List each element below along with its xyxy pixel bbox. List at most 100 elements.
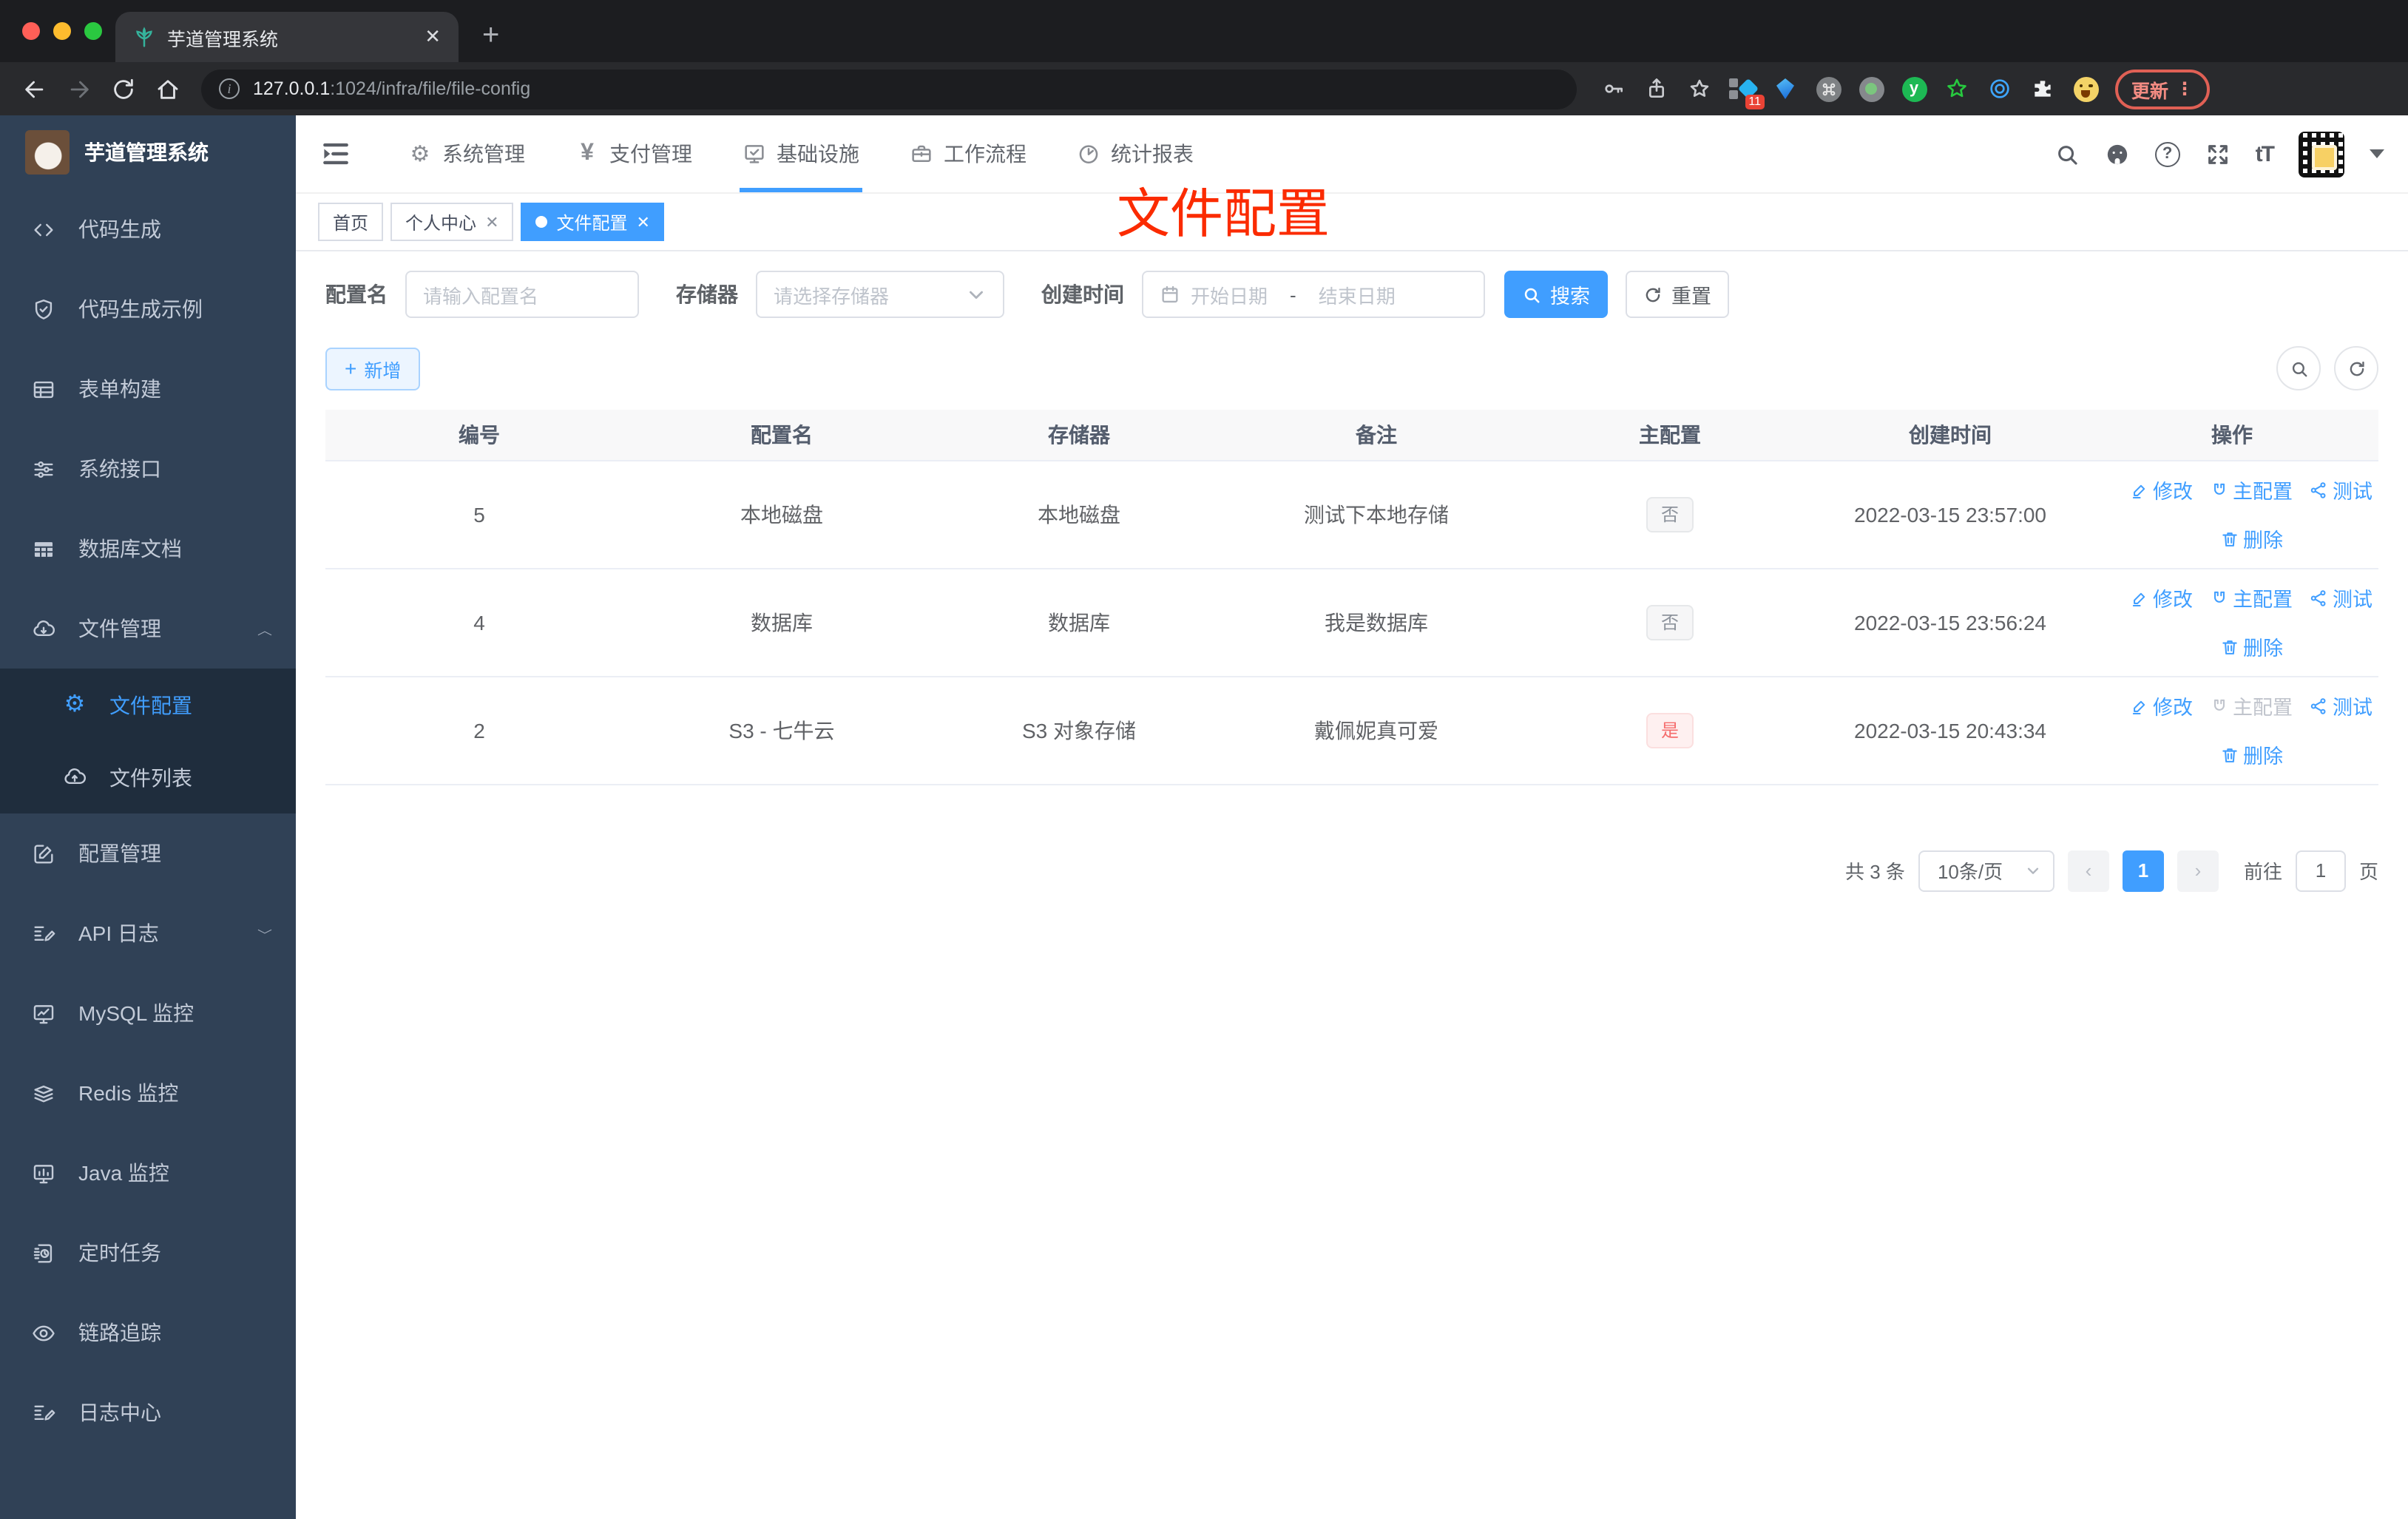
sidebar-item-MySQL 监控[interactable]: MySQL 监控 xyxy=(0,973,296,1053)
extension-tango-icon[interactable]: 11 xyxy=(1729,75,1765,109)
extension-command-icon[interactable] xyxy=(1815,75,1841,102)
tag-close-icon[interactable]: ✕ xyxy=(485,212,498,231)
maximize-window-button[interactable] xyxy=(84,22,102,40)
forward-icon[interactable] xyxy=(59,70,98,108)
extension-emoji-icon[interactable] xyxy=(2072,75,2099,102)
address-bar[interactable]: i 127.0.0.1:1024/infra/file/file-config xyxy=(201,69,1577,109)
reset-button[interactable]: 重置 xyxy=(1626,271,1729,318)
goto-page-input[interactable]: 1 xyxy=(2295,850,2346,891)
sidebar-item-API 日志[interactable]: API 日志 ﹀ xyxy=(0,893,296,973)
name-filter-input[interactable]: 请输入配置名 xyxy=(405,271,639,318)
chevron-down-icon xyxy=(2027,867,2039,874)
update-button[interactable]: 更新 ⋮ xyxy=(2115,69,2211,109)
edit-action[interactable]: 修改 xyxy=(2129,475,2193,504)
table-row: 5 本地磁盘 本地磁盘 测试下本地存储 否 2022-03-15 23:57:0… xyxy=(325,459,2378,569)
chevron-up-icon: ︿ xyxy=(257,624,272,637)
close-window-button[interactable] xyxy=(22,22,40,40)
bookmark-star-icon[interactable] xyxy=(1686,75,1713,102)
sidebar-item-数据库文档[interactable]: 数据库文档 xyxy=(0,509,296,589)
avatar-caret-down-icon[interactable] xyxy=(2370,149,2384,158)
sidebar-item-系统接口[interactable]: 系统接口 xyxy=(0,429,296,509)
tag-文件配置[interactable]: 文件配置 ✕ xyxy=(521,203,665,241)
delete-action[interactable]: 删除 xyxy=(2219,740,2283,769)
github-icon[interactable] xyxy=(2105,141,2130,166)
current-page-button[interactable]: 1 xyxy=(2122,850,2164,891)
fullscreen-icon[interactable] xyxy=(2205,141,2231,166)
sidebar-item-配置管理[interactable]: 配置管理 xyxy=(0,813,296,893)
prev-page-button[interactable]: ‹ xyxy=(2067,850,2109,891)
extension-gem-icon[interactable] xyxy=(1772,75,1799,102)
date-range-input[interactable]: 开始日期 - 结束日期 xyxy=(1142,271,1485,318)
storage-filter-select[interactable]: 请选择存储器 xyxy=(756,271,1004,318)
sidebar-item-文件列表[interactable]: 文件列表 xyxy=(0,741,296,813)
test-action[interactable]: 测试 xyxy=(2309,583,2373,612)
back-icon[interactable] xyxy=(15,70,53,108)
sidebar-item-Java 监控[interactable]: Java 监控 xyxy=(0,1133,296,1213)
search-icon[interactable] xyxy=(2054,141,2080,166)
delete-action[interactable]: 删除 xyxy=(2219,632,2283,661)
reload-icon[interactable] xyxy=(104,70,142,108)
sidebar-item-Redis 监控[interactable]: Redis 监控 xyxy=(0,1053,296,1133)
report-icon xyxy=(1077,142,1100,166)
master-action[interactable]: 主配置 xyxy=(2209,583,2293,612)
collapse-menu-icon[interactable] xyxy=(319,138,352,170)
new-tab-button[interactable]: + xyxy=(482,19,499,62)
extension-y-icon[interactable]: y xyxy=(1901,75,1927,102)
edit-action[interactable]: 修改 xyxy=(2129,583,2193,612)
topnav-item-工作流程[interactable]: 工作流程 xyxy=(910,115,1027,192)
refresh-table-button[interactable] xyxy=(2334,346,2378,390)
date-separator: - xyxy=(1290,283,1296,305)
next-page-button[interactable]: › xyxy=(2177,850,2219,891)
home-icon[interactable] xyxy=(148,70,186,108)
cell-remark: 戴佩妮真可爱 xyxy=(1228,676,1525,785)
font-size-icon[interactable]: tT xyxy=(2256,141,2275,166)
site-info-icon[interactable]: i xyxy=(219,78,240,99)
browser-menu-icon[interactable]: ⋮ xyxy=(2176,78,2194,99)
extension-dot-icon[interactable] xyxy=(1858,75,1884,102)
avatar[interactable] xyxy=(2299,131,2344,177)
cell-master: 是 xyxy=(1525,676,1815,785)
test-action[interactable]: 测试 xyxy=(2309,691,2373,720)
sidebar-item-代码生成示例[interactable]: 代码生成示例 xyxy=(0,269,296,349)
topnav-item-支付管理[interactable]: ¥ 支付管理 xyxy=(575,115,692,192)
sidebar-item-日志中心[interactable]: 日志中心 xyxy=(0,1373,296,1452)
gear-icon: ⚙ xyxy=(64,691,86,717)
password-key-icon[interactable] xyxy=(1600,75,1627,102)
sidebar-item-文件配置[interactable]: ⚙ 文件配置 xyxy=(0,669,296,741)
column-header-主配置: 主配置 xyxy=(1525,410,1815,460)
tag-首页[interactable]: 首页 xyxy=(318,203,384,241)
master-action[interactable]: 主配置 xyxy=(2209,475,2293,504)
delete-action[interactable]: 删除 xyxy=(2219,524,2283,553)
tag-个人中心[interactable]: 个人中心 ✕ xyxy=(390,203,514,241)
monitor-chart-icon xyxy=(31,1001,56,1026)
minimize-window-button[interactable] xyxy=(53,22,71,40)
add-button[interactable]: + 新增 xyxy=(325,347,421,390)
topnav-item-系统管理[interactable]: ⚙ 系统管理 xyxy=(408,115,525,192)
tab-close-icon[interactable]: ✕ xyxy=(425,25,441,49)
show-search-toggle-button[interactable] xyxy=(2276,346,2321,390)
extension-star-icon[interactable] xyxy=(1944,75,1970,102)
form-icon xyxy=(31,376,56,402)
page-size-select[interactable]: 10条/页 xyxy=(1918,850,2054,891)
topnav-item-基础设施[interactable]: 基础设施 xyxy=(740,115,862,192)
sidebar-item-表单构建[interactable]: 表单构建 xyxy=(0,349,296,429)
share-icon[interactable] xyxy=(1643,75,1670,102)
extension-puzzle-icon[interactable] xyxy=(2029,75,2056,102)
extension-eye-icon[interactable] xyxy=(1986,75,2013,102)
sidebar-item-定时任务[interactable]: 定时任务 xyxy=(0,1213,296,1293)
tag-close-icon[interactable]: ✕ xyxy=(637,212,650,231)
test-action[interactable]: 测试 xyxy=(2309,475,2373,504)
infra-icon xyxy=(743,142,766,166)
sidebar-item-文件管理[interactable]: 文件管理 ︿ xyxy=(0,589,296,669)
search-button[interactable]: 搜索 xyxy=(1504,271,1608,318)
edit-action[interactable]: 修改 xyxy=(2129,691,2193,720)
extension-badge: 11 xyxy=(1745,95,1765,109)
browser-tab[interactable]: 芋道管理系统 ✕ xyxy=(115,12,459,62)
window-controls[interactable] xyxy=(22,22,102,40)
sidebar-item-代码生成[interactable]: 代码生成 xyxy=(0,189,296,269)
annotation-text: 文件配置 xyxy=(1117,183,1330,244)
help-icon[interactable]: ? xyxy=(2154,141,2180,166)
share-icon xyxy=(2309,694,2328,717)
sidebar-item-链路追踪[interactable]: 链路追踪 xyxy=(0,1293,296,1373)
master-action[interactable]: 主配置 xyxy=(2209,691,2293,720)
